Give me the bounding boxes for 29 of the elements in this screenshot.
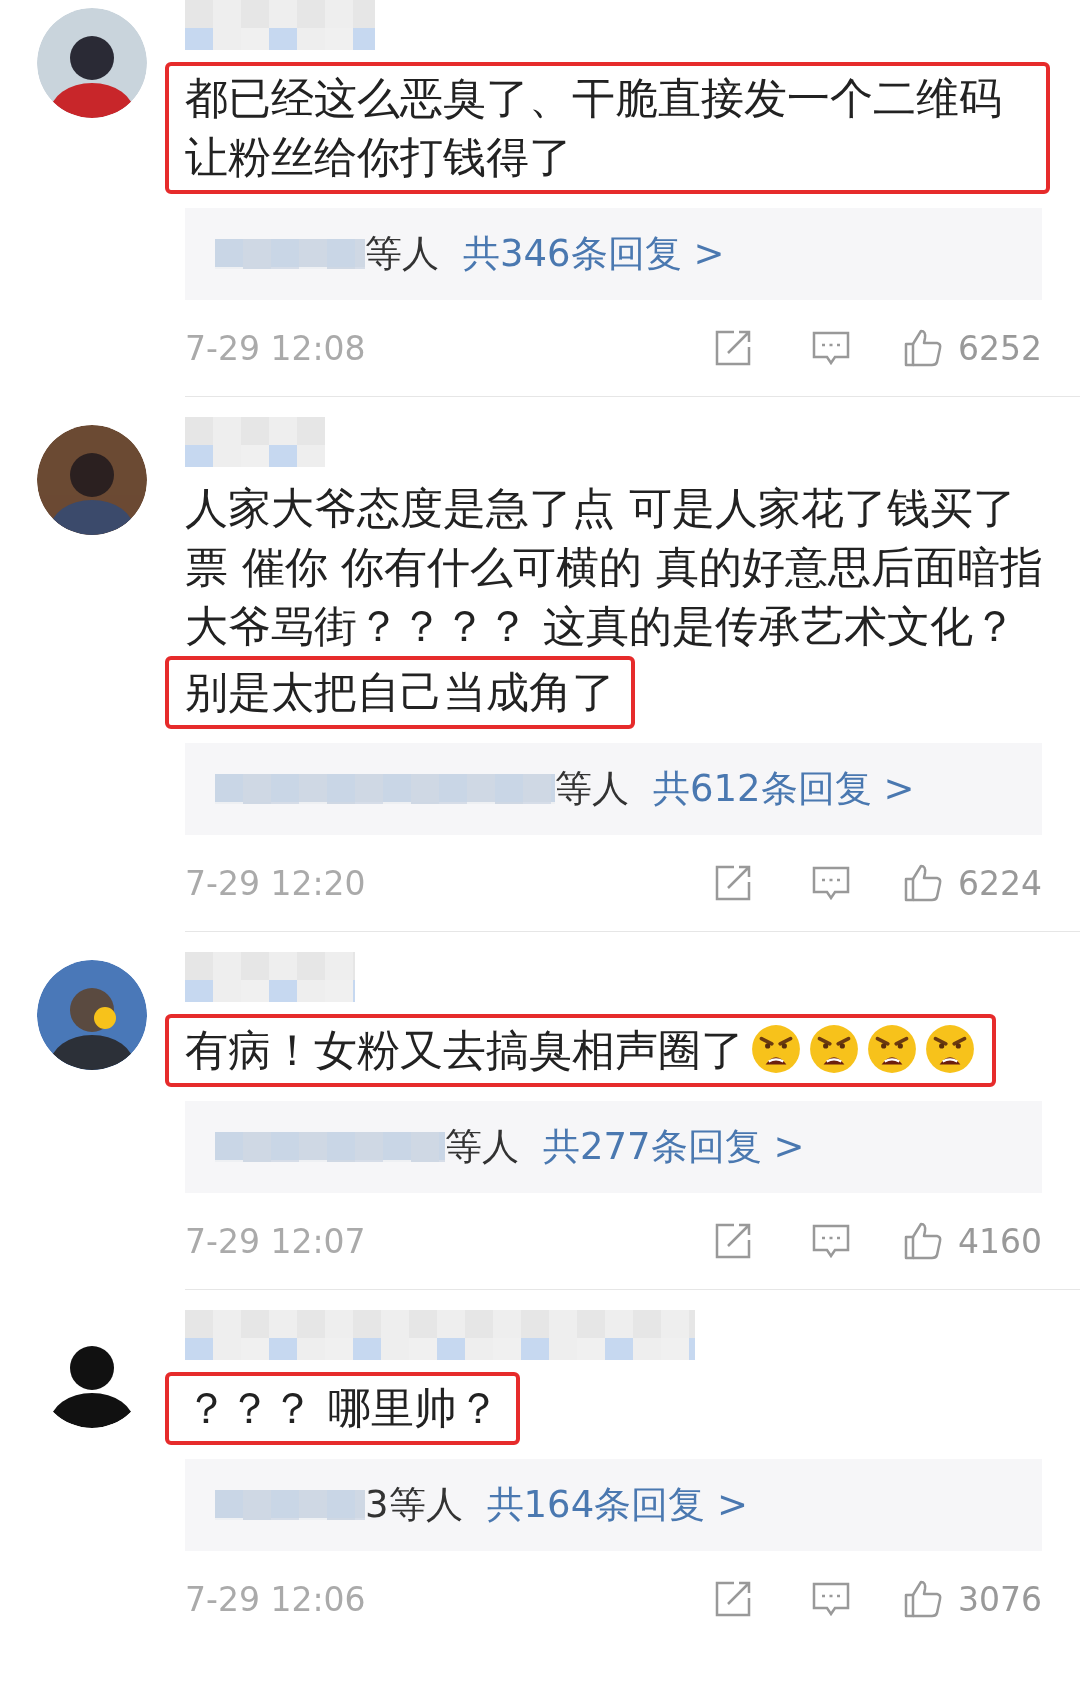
- comment-text: 人家大爷态度是急了点 可是人家花了钱买了票 催你 你有什么可横的 真的好意思后面暗指大爷骂街？？？？ 这真的是传承艺术文化？: [185, 482, 1044, 653]
- highlighted-comment-text: 别是太把自己当成角了: [165, 656, 635, 729]
- reply-users-text: 3等人: [365, 1482, 463, 1528]
- timestamp: 7-29 12:08: [185, 328, 367, 368]
- replies-link[interactable]: 共164条回复 >: [486, 1480, 748, 1530]
- replies-link[interactable]: 共612条回复 >: [653, 764, 915, 814]
- replies-link[interactable]: 共346条回复 >: [463, 229, 725, 279]
- highlighted-comment-text: 都已经这么恶臭了、干脆直接发一个二维码让粉丝给你打钱得了: [165, 62, 1050, 194]
- thumbs-up-icon[interactable]: [902, 862, 944, 904]
- reply-users-text: 等人: [555, 766, 629, 812]
- highlighted-comment-text: ？？？ 哪里帅？: [165, 1372, 520, 1445]
- like-count: 6252: [958, 328, 1042, 368]
- reply-users-text: 等人: [445, 1124, 519, 1170]
- angry-face-icon: [866, 1023, 918, 1075]
- reply-users-text: 等人: [365, 231, 439, 277]
- like-count: 4160: [958, 1221, 1042, 1261]
- timestamp: 7-29 12:07: [185, 1221, 367, 1261]
- thumbs-up-icon[interactable]: [902, 1578, 944, 1620]
- angry-face-icon: [808, 1023, 860, 1075]
- thumbs-up-icon[interactable]: [902, 1220, 944, 1262]
- replies-link[interactable]: 共277条回复 >: [543, 1122, 805, 1172]
- like-count: 6224: [958, 863, 1042, 903]
- timestamp: 7-29 12:06: [185, 1579, 367, 1619]
- highlighted-comment-text: 有病！女粉又去搞臭相声圈了: [165, 1014, 996, 1087]
- timestamp: 7-29 12:20: [185, 863, 367, 903]
- thumbs-up-icon[interactable]: [902, 327, 944, 369]
- angry-face-icon: [750, 1023, 802, 1075]
- angry-face-icon: [924, 1023, 976, 1075]
- like-count: 3076: [958, 1579, 1042, 1619]
